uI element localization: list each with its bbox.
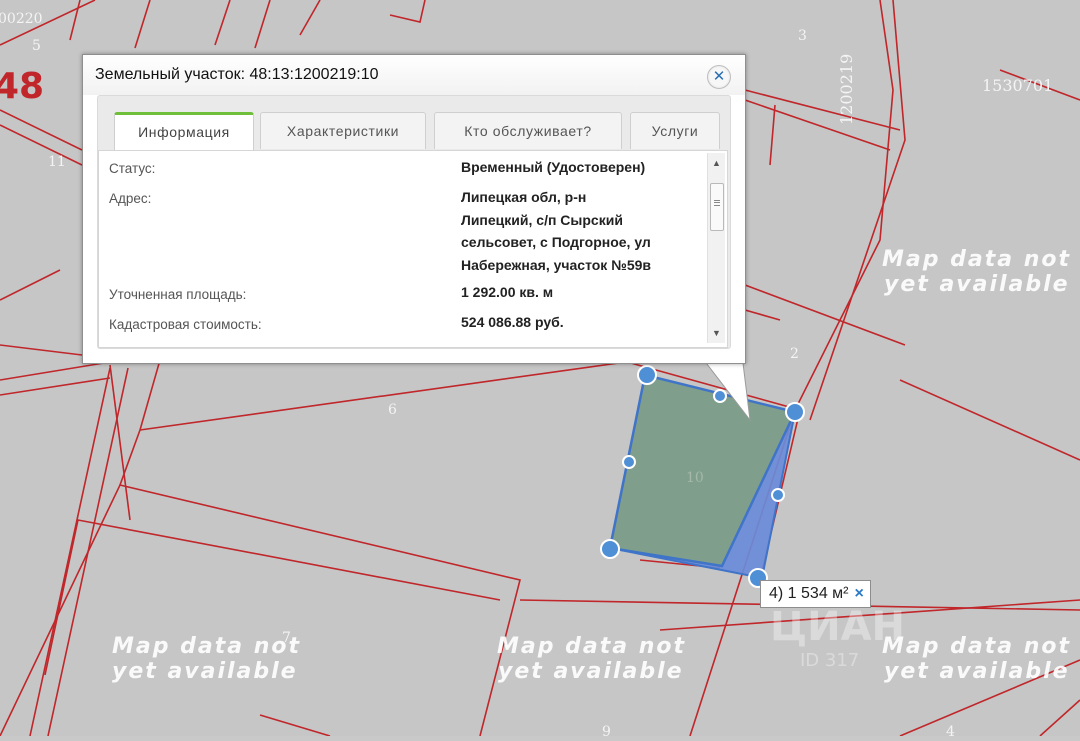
cadastral-cost-value: 524 086.88 руб. [461, 314, 564, 330]
tab-services[interactable]: Услуги [630, 112, 720, 149]
no-data-line1: Map data not [112, 634, 301, 659]
close-icon[interactable]: ✕ [707, 65, 731, 89]
info-content: Статус: Временный (Удостоверен) Адрес: Л… [98, 150, 728, 348]
scroll-down-icon[interactable]: ▼ [708, 325, 725, 341]
vertex-handle[interactable] [600, 539, 620, 559]
parcel-number: 1530701 [982, 76, 1053, 95]
area-label: Уточненная площадь: [109, 287, 247, 302]
no-data-line2: yet available [498, 659, 684, 684]
no-data-label: Map data not yet available [882, 634, 1071, 684]
no-data-line2: yet available [884, 272, 1070, 297]
no-data-label: Map data not yet available [112, 634, 301, 684]
parcel-number: 00220 [0, 11, 43, 27]
area-value: 1 292.00 кв. м [461, 284, 554, 300]
measurement-value: 4) 1 534 м² [769, 585, 849, 602]
no-data-line1: Map data not [497, 634, 686, 659]
no-data-line1: Map data not [882, 634, 1071, 659]
vertex-handle[interactable] [785, 402, 805, 422]
parcel-number: 4 [946, 724, 955, 736]
midpoint-handle[interactable] [713, 389, 727, 403]
parcel-number: 1200219 [837, 54, 856, 125]
scrollbar[interactable]: ▲ ▼ [707, 153, 725, 343]
tab-who-serves[interactable]: Кто обслуживает? [434, 112, 622, 149]
address-line: Липецкий, с/п Сырский [461, 211, 623, 228]
no-data-line2: yet available [112, 659, 298, 684]
address-value: Липецкая обл, р-н Липецкий, с/п Сырский … [461, 186, 705, 276]
parcel-number: 10 [686, 470, 704, 486]
status-label: Статус: [109, 161, 156, 176]
watermark-text: ЦИАН [770, 604, 905, 650]
popup-body: Информация Характеристики Кто обслуживае… [97, 95, 731, 349]
scroll-thumb[interactable] [710, 183, 724, 231]
parcel-number: 3 [798, 28, 807, 44]
no-data-line2: yet available [884, 659, 1070, 684]
parcel-number: 2 [790, 346, 799, 362]
midpoint-handle[interactable] [622, 455, 636, 469]
close-icon[interactable]: × [854, 585, 863, 602]
address-label: Адрес: [109, 191, 152, 206]
tab-characteristics[interactable]: Характеристики [260, 112, 426, 149]
parcel-number: 9 [602, 724, 611, 736]
watermark-id: ID 317 [800, 650, 859, 671]
midpoint-handle[interactable] [771, 488, 785, 502]
scroll-up-icon[interactable]: ▲ [708, 155, 725, 171]
popup-header: Земельный участок: 48:13:1200219:10 ✕ [83, 55, 745, 95]
vertex-handle[interactable] [637, 365, 657, 385]
parcel-number: 5 [32, 38, 41, 54]
status-value: Временный (Удостоверен) [461, 159, 646, 175]
parcel-number: 6 [388, 402, 397, 418]
parcel-number: 11 [48, 154, 66, 170]
no-data-line1: Map data not [882, 247, 1071, 272]
parcel-number: 48 [0, 66, 44, 107]
address-line: Набережная, участок №59в [461, 256, 651, 273]
tab-info[interactable]: Информация [114, 112, 254, 153]
cadastral-cost-label: Кадастровая стоимость: [109, 317, 262, 332]
no-data-label: Map data not yet available [497, 634, 686, 684]
parcel-info-popup: Земельный участок: 48:13:1200219:10 ✕ Ин… [82, 54, 746, 364]
measurement-label: 4) 1 534 м² × [760, 580, 871, 608]
no-data-label: Map data not yet available [882, 247, 1071, 297]
address-line: Липецкая обл, р-н [461, 189, 587, 205]
popup-title: Земельный участок: 48:13:1200219:10 [95, 66, 379, 83]
address-line: сельсовет, с Подгорное, ул [461, 234, 651, 250]
